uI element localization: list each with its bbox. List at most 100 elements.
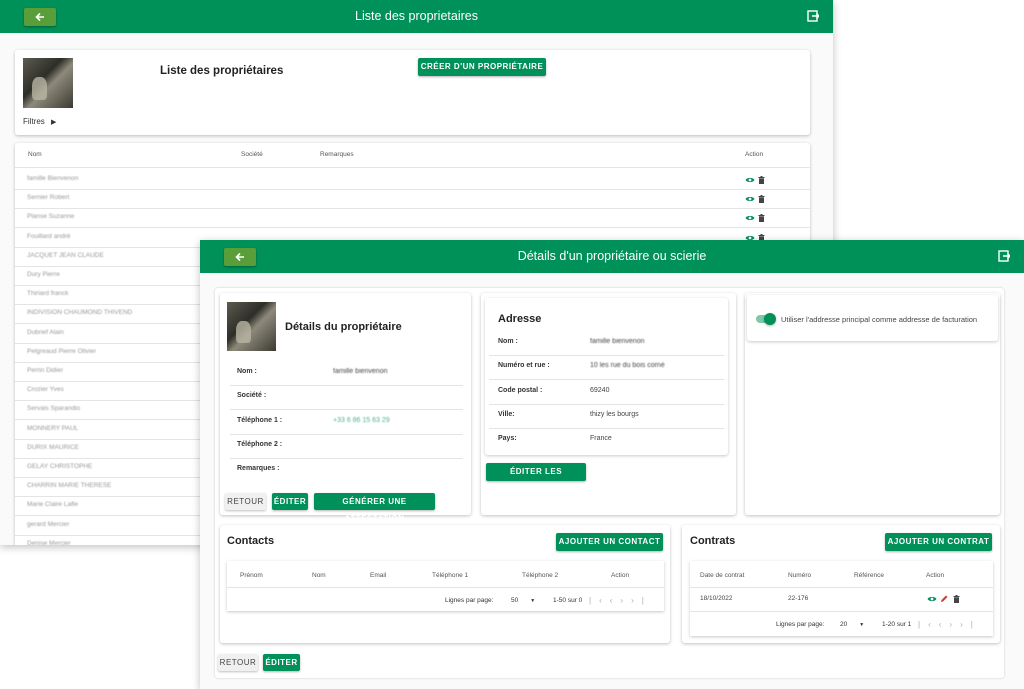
contracts-rows-per-page-select[interactable]: 20 ▼: [840, 621, 864, 628]
billing-inner-card: Utiliser l'addresse principal comme addr…: [747, 295, 998, 341]
owner-card-title: Détails du propriétaire: [285, 321, 402, 333]
contracts-header-divider: [690, 587, 993, 588]
prev-page-icon[interactable]: ‹: [610, 596, 621, 605]
contacts-title: Contacts: [227, 535, 275, 547]
field-divider: [489, 379, 724, 381]
view-eye-icon[interactable]: [745, 214, 755, 222]
contacts-header-divider: [227, 587, 664, 588]
view-eye-icon[interactable]: [745, 176, 755, 184]
footer-edit-button[interactable]: ÉDITER: [263, 654, 300, 671]
owners-photo: [23, 58, 73, 108]
details-panel: Détails du propriétaire Nom : famille bie…: [215, 288, 1004, 678]
delete-trash-icon[interactable]: [758, 195, 765, 204]
owner-field-label: Téléphone 1 :: [237, 416, 283, 424]
dropdown-arrow-icon: ▼: [530, 598, 536, 604]
contacts-column-header: Prénom: [240, 572, 263, 579]
owner-name: Fouillard andré: [27, 232, 71, 240]
address-field-label: Nom :: [498, 338, 518, 345]
billing-toggle[interactable]: [756, 313, 776, 325]
owner-field-label: Remarques :: [237, 465, 280, 473]
address-field-value: France: [590, 435, 612, 443]
owner-name: Sernier Robert: [27, 194, 70, 202]
column-header-action: Action: [745, 151, 764, 158]
address-field-label: Ville:: [498, 410, 515, 418]
next-page-icon[interactable]: ›: [949, 620, 960, 629]
address-field-label: Numéro et rue :: [498, 362, 550, 370]
address-field-label: Pays:: [498, 435, 517, 443]
owner-field-label: Nom :: [237, 368, 257, 375]
owner-details-card: Détails du propriétaire Nom : famille bie…: [220, 293, 471, 523]
owner-name: Crozier Yves: [27, 386, 64, 394]
filters-toggle[interactable]: Filtres ▶: [23, 117, 56, 126]
owner-field-value: +33 6 86 15 63 29: [333, 416, 390, 424]
owner-details-window: Détails d'un propriétaire ou scierie Dét…: [200, 240, 1024, 689]
add-contact-button[interactable]: AJOUTER UN CONTACT: [556, 533, 663, 551]
address-inner-card: Adresse Nom : famille bienvenon Numéro et …: [485, 298, 728, 455]
owner-name: Dury Pierre: [27, 271, 60, 278]
page-title: Liste des propriétaires: [160, 65, 284, 77]
logout-icon[interactable]: [807, 10, 819, 22]
owner-name: MONNERY PAUL: [27, 424, 79, 432]
owner-field-label: Téléphone 2 :: [237, 440, 283, 448]
delete-trash-icon[interactable]: [953, 595, 960, 603]
contracts-column-header: Référence: [854, 572, 884, 579]
owner-row[interactable]: Planse Suzanne: [15, 209, 810, 229]
owner-row[interactable]: Sernier Robert: [15, 190, 810, 210]
address-field-value: 10 les rue du bois corné: [590, 362, 665, 370]
delete-trash-icon[interactable]: [758, 176, 765, 184]
contracts-column-header: Date de contrat: [700, 572, 745, 579]
contract-number: 22-176: [788, 595, 809, 602]
contacts-card: Contacts AJOUTER UN CONTACT Prénom Nom Ema…: [220, 525, 670, 643]
contacts-column-header: Téléphone 2: [522, 572, 559, 579]
contacts-pagination-arrows[interactable]: |‹‹››|: [589, 596, 652, 605]
logout-icon[interactable]: [998, 250, 1010, 262]
contacts-rows-per-page-select[interactable]: 50 ▼: [511, 597, 535, 604]
first-page-icon[interactable]: |‹: [918, 620, 939, 629]
prev-page-icon[interactable]: ‹: [939, 620, 950, 629]
header-divider: [15, 167, 810, 168]
next-page-icon[interactable]: ›: [620, 596, 631, 605]
last-page-icon[interactable]: ›|: [960, 620, 981, 629]
details-app-bar-title: Détails d'un propriétaire ou scierie: [517, 249, 707, 263]
address-title: Adresse: [498, 313, 542, 325]
owner-name: GELAY CHRISTOPHE: [27, 463, 93, 470]
owner-name: Denise Mercier: [27, 539, 71, 545]
billing-card: Utiliser l'addresse principal comme addr…: [745, 293, 1000, 515]
edit-addresses-button[interactable]: ÉDITER LES ADRESSES: [486, 463, 586, 494]
generate-certificate-button[interactable]: GÉNÉRER UNE ATTESTATION: [314, 493, 435, 523]
owner-name: Perrin Didier: [27, 367, 64, 374]
contracts-rows-per-page-label: Lignes par page:: [776, 621, 825, 628]
owner-name: Marie Claire Lafle: [27, 501, 78, 509]
caret-right-icon: ▶: [51, 119, 57, 126]
footer-back-button[interactable]: RETOUR: [218, 654, 258, 671]
column-header-company: Société: [241, 151, 263, 158]
owner-edit-button[interactable]: ÉDITER: [272, 493, 308, 510]
dropdown-arrow-icon: ▼: [859, 622, 865, 628]
address-field-value: 69240: [590, 386, 610, 394]
address-field-label: Code postal :: [498, 386, 543, 394]
create-owner-button[interactable]: CRÉER D'UN PROPRIÉTAIRE: [418, 58, 546, 76]
last-page-icon[interactable]: ›|: [631, 596, 652, 605]
edit-pencil-icon[interactable]: [940, 595, 948, 603]
field-divider: [230, 409, 463, 411]
address-card: Adresse Nom : famille bienvenon Numéro et …: [481, 293, 736, 515]
add-contract-button[interactable]: AJOUTER UN CONTRAT: [885, 533, 992, 551]
field-divider: [489, 427, 724, 429]
delete-trash-icon[interactable]: [758, 214, 765, 223]
first-page-icon[interactable]: |‹: [589, 596, 610, 605]
contract-row[interactable]: 18/10/2022 22-176: [690, 589, 993, 611]
contacts-column-header: Email: [370, 572, 387, 579]
owner-name: Pelgreaud Pierre Olivier: [27, 347, 97, 355]
contracts-title: Contrats: [690, 535, 736, 547]
contracts-pagination-arrows[interactable]: |‹‹››|: [918, 620, 981, 629]
owner-field-value: famille bienvenon: [333, 368, 388, 375]
owner-name: Planse Suzanne: [27, 213, 75, 221]
owner-row[interactable]: famille Bienvenon: [15, 171, 810, 190]
contacts-table: Prénom Nom Email Téléphone 1 Téléphone 2 Acti…: [227, 561, 664, 611]
contacts-column-header: Action: [611, 572, 630, 579]
contracts-column-header: Numéro: [788, 572, 812, 579]
contacts-rows-per-page-label: Lignes par page:: [445, 597, 494, 604]
view-eye-icon[interactable]: [745, 195, 755, 203]
view-eye-icon[interactable]: [927, 595, 937, 603]
owner-back-button[interactable]: RETOUR: [225, 493, 266, 510]
